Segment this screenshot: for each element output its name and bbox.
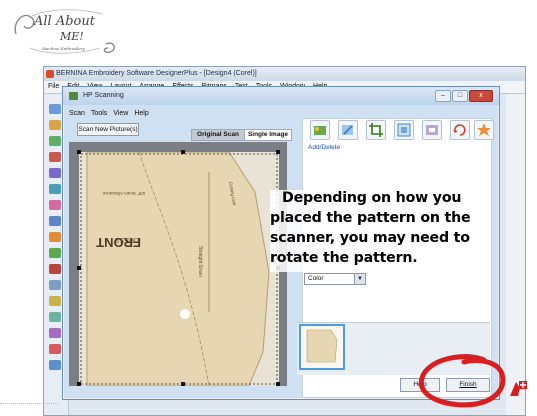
close-button[interactable]: x [469, 90, 493, 102]
dialog-menu-scan[interactable]: Scan [69, 110, 85, 117]
resize-image-icon[interactable] [394, 120, 414, 140]
crop-handle-ml[interactable] [77, 266, 81, 270]
maximize-button[interactable]: □ [452, 90, 468, 102]
stitch-tool-icon[interactable] [49, 296, 61, 306]
chevron-down-icon: ▼ [354, 274, 365, 284]
dialog-title: HP Scanning [83, 92, 124, 99]
dialog-menu-tools[interactable]: Tools [91, 110, 107, 117]
enhance-image-icon[interactable] [474, 120, 494, 140]
text-tool-icon[interactable] [49, 216, 61, 226]
front-label: FRONT [96, 235, 141, 250]
crop-handle-br[interactable] [276, 382, 280, 386]
freehand-tool-icon[interactable] [49, 152, 61, 162]
dialog-title-bar: HP Scanning – □ x [63, 87, 499, 105]
ellipse-tool-icon[interactable] [49, 184, 61, 194]
crop-handle-bl[interactable] [77, 382, 81, 386]
crop-handle-tm[interactable] [181, 150, 185, 154]
annotation-line-3: scanner, you may need to [270, 230, 470, 246]
app-title-bar: BERNINA Embroidery Software DesignerPlus… [44, 67, 525, 81]
menu-file[interactable]: File [48, 81, 59, 93]
annotation-line-2: placed the pattern on the [270, 210, 471, 226]
annotation-note: Depending on how you placed the pattern … [268, 188, 518, 268]
rotate-image-icon[interactable] [450, 120, 470, 140]
logo-tagline: Machine Embroidery [42, 46, 85, 51]
select-tool-icon[interactable] [49, 104, 61, 114]
straight-grain-label: Straight Grain [197, 246, 203, 277]
scan-new-picture-button[interactable]: Scan New Picture(s) [77, 123, 139, 136]
minimize-button[interactable]: – [435, 90, 451, 102]
edit-image-icon[interactable] [338, 120, 358, 140]
digitize-tool-icon[interactable] [49, 280, 61, 290]
crop-image-icon[interactable] [366, 120, 386, 140]
polygon-tool-icon[interactable] [49, 200, 61, 210]
outline-tool-icon[interactable] [49, 248, 61, 258]
fill-tool-icon[interactable] [49, 232, 61, 242]
annotation-line-4: rotate the pattern. [270, 250, 418, 266]
crop-handle-bm[interactable] [181, 382, 185, 386]
logo-line1: All About [34, 14, 95, 29]
bernina-logo-icon [510, 381, 527, 396]
hoop-tool-icon[interactable] [49, 360, 61, 370]
scan-thumbnail[interactable] [299, 324, 345, 370]
zoom-tool-icon[interactable] [49, 136, 61, 146]
rectangle-tool-icon[interactable] [49, 168, 61, 178]
scan-tools-icon-row [310, 120, 494, 142]
window-buttons: – □ x [434, 90, 493, 102]
decorative-dotted-line [0, 403, 58, 405]
annotation-line-1: Depending on how you [282, 190, 462, 206]
dialog-menu-view[interactable]: View [113, 110, 128, 117]
tab-single-image[interactable]: Single Image [244, 129, 292, 141]
app-title: BERNINA Embroidery Software DesignerPlus… [56, 70, 257, 77]
color-mode-value: Color [308, 275, 324, 282]
dialog-menu-help[interactable]: Help [134, 110, 148, 117]
color-tool-icon[interactable] [49, 344, 61, 354]
color-mode-select[interactable]: Color ▼ [304, 273, 366, 285]
logo-line2: ME! [60, 30, 84, 43]
red-highlight-circle [418, 354, 506, 408]
motif-tool-icon[interactable] [49, 328, 61, 338]
hp-scan-icon [69, 92, 78, 100]
bernina-app-icon [46, 70, 54, 78]
all-about-me-logo: All About ME! Machine Embroidery [10, 4, 122, 58]
crop-handle-tr[interactable] [276, 150, 280, 154]
add-delete-link[interactable]: Add/Delete [308, 144, 340, 152]
shape-tool-icon[interactable] [49, 120, 61, 130]
sewing-pattern-image: DRESS FRONT Straight Grain Cutting Line … [80, 152, 278, 386]
appliqué-tool-icon[interactable] [49, 312, 61, 322]
add-image-icon[interactable] [310, 120, 330, 140]
adjust-color-icon[interactable] [422, 120, 442, 140]
seam-allowance-label: 5/8" Seam Allowance [102, 191, 145, 196]
crop-handle-tl[interactable] [77, 150, 81, 154]
tab-original-scan[interactable]: Original Scan [191, 129, 245, 141]
lettering-tool-icon[interactable] [49, 264, 61, 274]
